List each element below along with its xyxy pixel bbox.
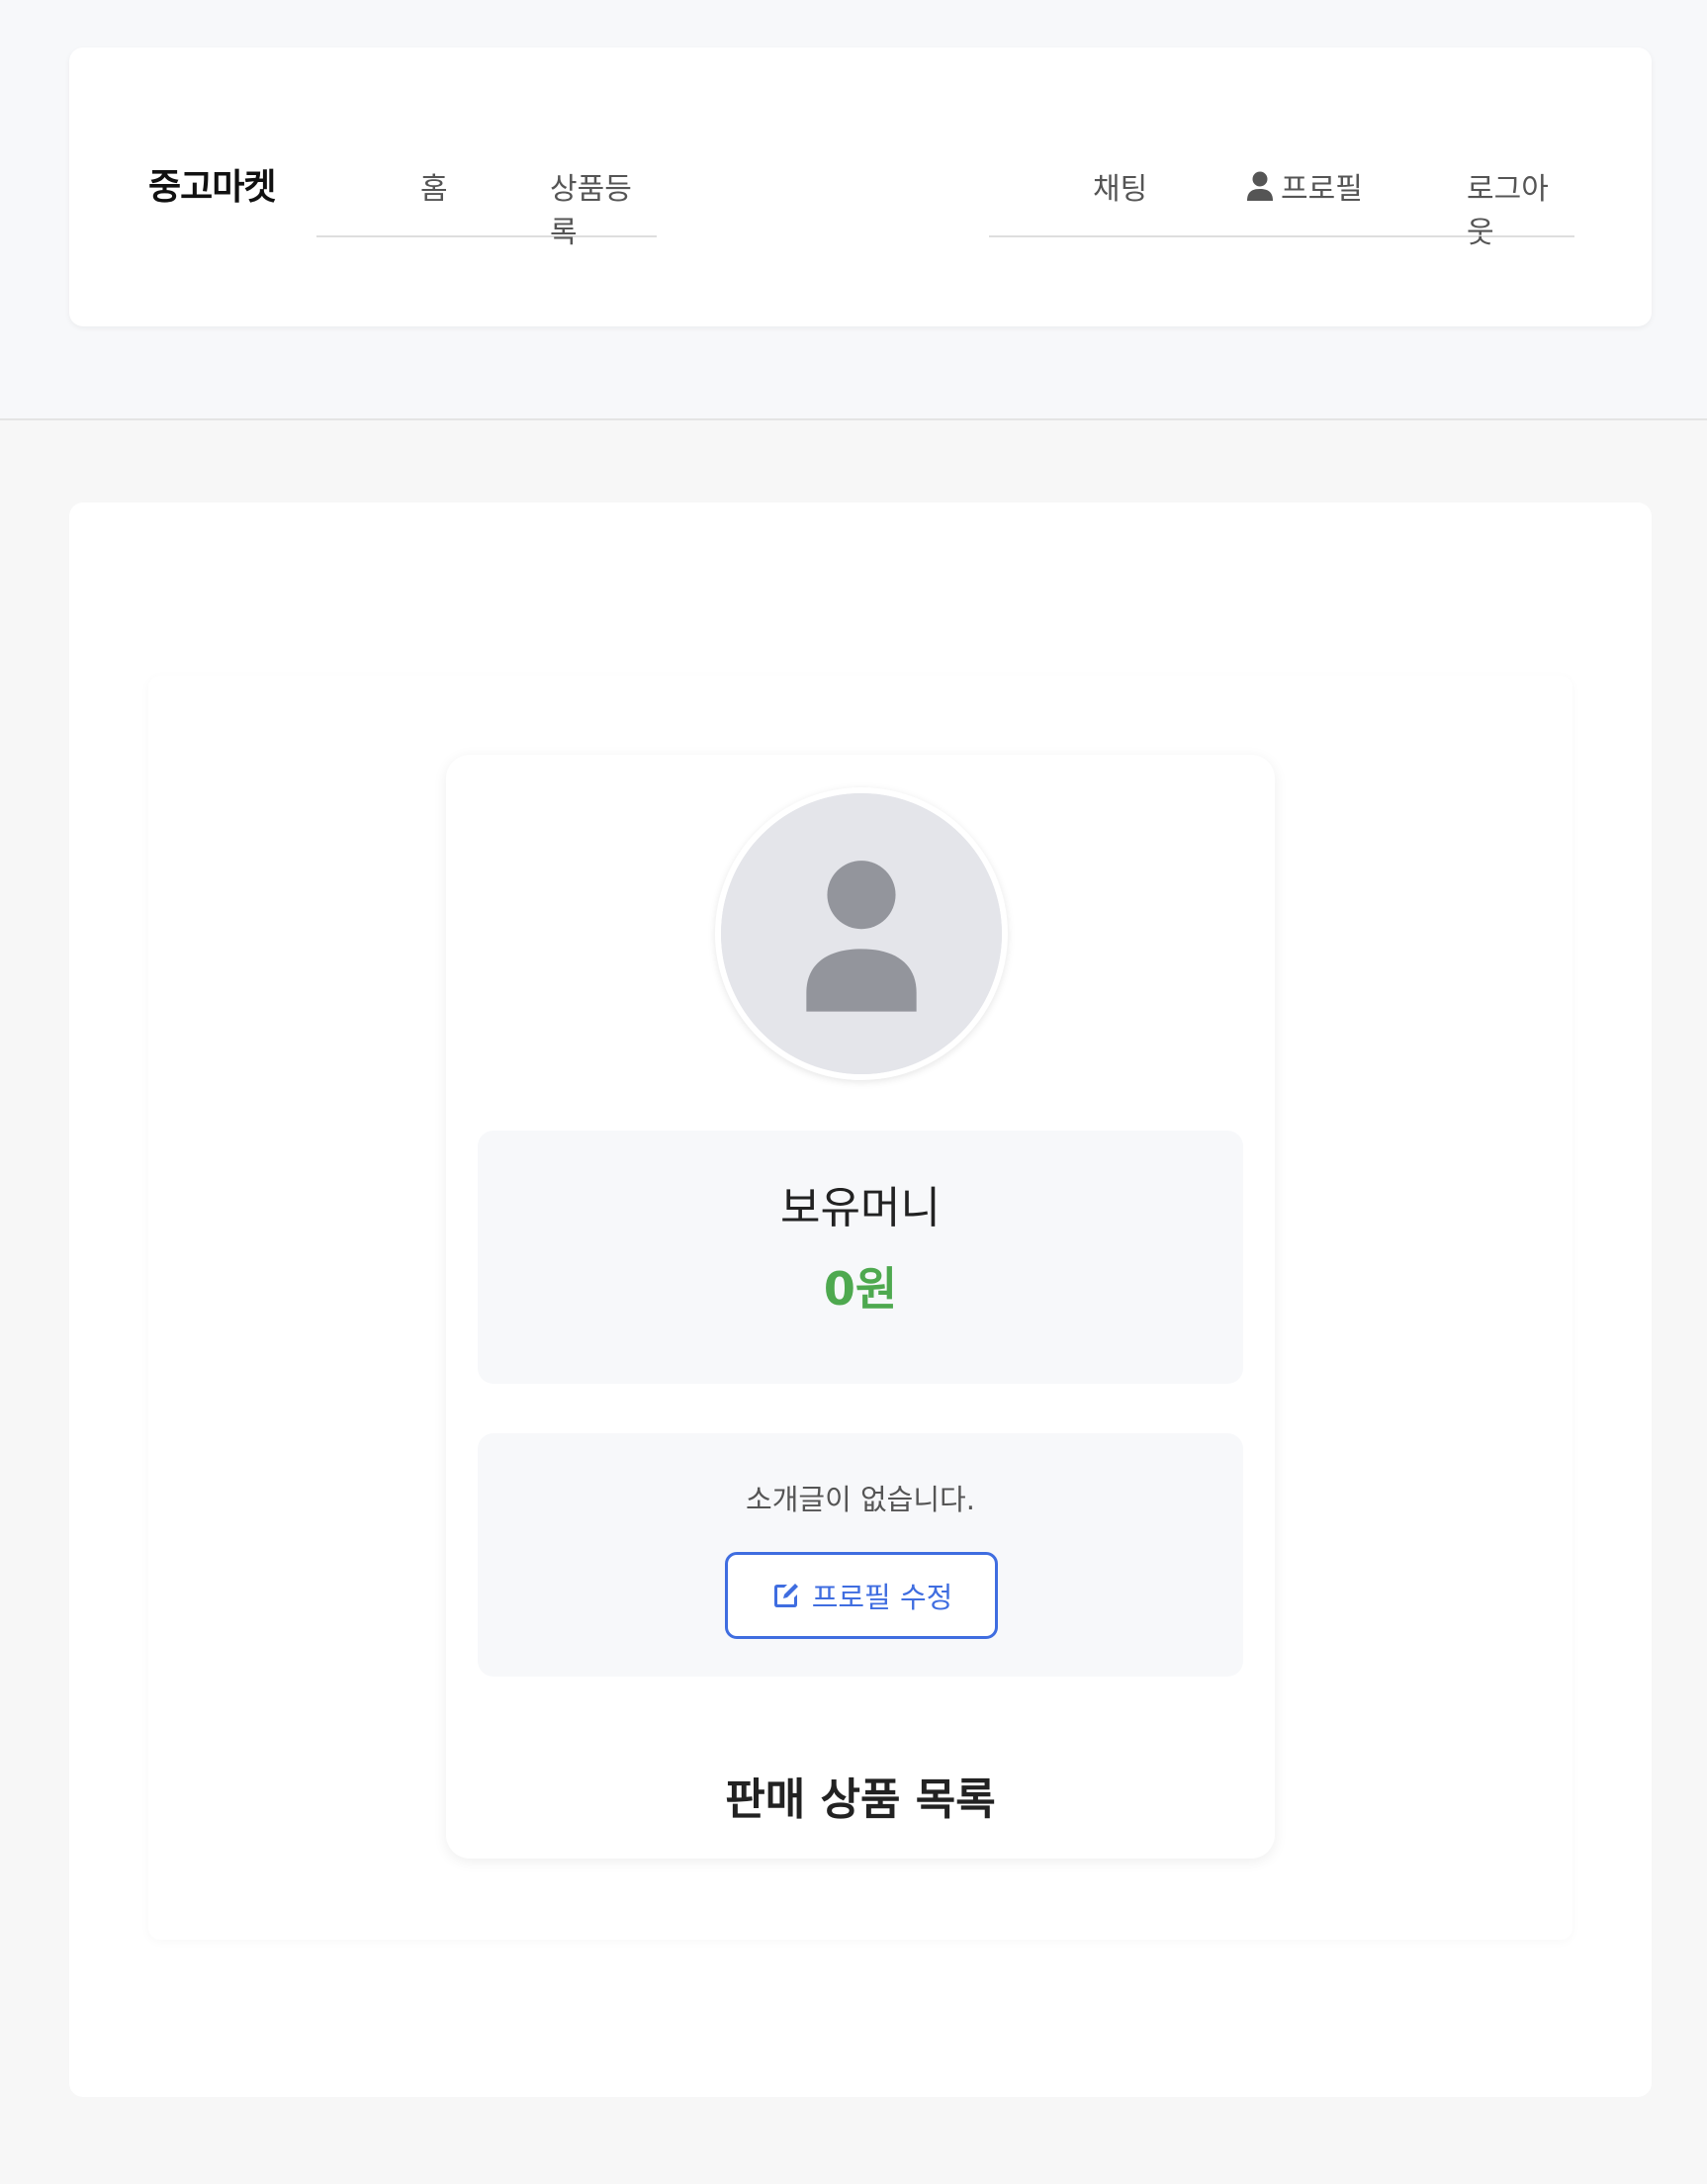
nav-link-home[interactable]: 홈: [420, 164, 448, 208]
nav-link-profile[interactable]: 프로필: [1245, 164, 1363, 208]
intro-box: 소개글이 없습니다. 프로필 수정: [478, 1433, 1243, 1677]
nav-link-chat[interactable]: 채팅: [1093, 164, 1147, 208]
nav-link-profile-label: 프로필: [1281, 172, 1363, 207]
default-user-avatar-icon: [721, 793, 1002, 1074]
profile-card: 보유머니 0원 소개글이 없습니다. 프로필 수정 판매 상품 목록: [446, 755, 1275, 1859]
nav-link-chat-label: 채팅: [1093, 172, 1148, 207]
money-box: 보유머니 0원: [478, 1131, 1243, 1384]
user-icon: [1247, 171, 1273, 201]
nav-link-logout[interactable]: 로그아웃: [1467, 164, 1574, 251]
edit-profile-button-label: 프로필 수정: [811, 1581, 953, 1614]
nav-link-product-register-label: 상품등록: [550, 172, 632, 250]
avatar: [715, 787, 1008, 1080]
products-section-title: 판매 상품 목록: [725, 1774, 996, 1825]
brand-logo[interactable]: 중고마켓: [148, 158, 276, 210]
money-label: 보유머니: [780, 1183, 941, 1233]
main-content: 보유머니 0원 소개글이 없습니다. 프로필 수정 판매 상품 목록: [69, 502, 1652, 2097]
nav-link-product-register[interactable]: 상품등록: [550, 164, 657, 251]
navbar: 중고마켓 홈 상품등록 채팅 프로필 로그아웃: [69, 47, 1652, 326]
nav-left-group: 홈 상품등록: [316, 129, 657, 250]
nav-link-home-label: 홈: [420, 172, 448, 207]
nav-right-group: 채팅 프로필 로그아웃: [989, 129, 1574, 250]
intro-text: 소개글이 없습니다.: [746, 1483, 975, 1516]
header-band: 중고마켓 홈 상품등록 채팅 프로필 로그아웃: [0, 0, 1707, 420]
edit-profile-button[interactable]: 프로필 수정: [725, 1552, 998, 1639]
edit-icon: [773, 1584, 798, 1607]
nav-link-logout-label: 로그아웃: [1467, 172, 1549, 250]
money-value: 0원: [823, 1262, 898, 1316]
profile-panel: 보유머니 0원 소개글이 없습니다. 프로필 수정 판매 상품 목록: [148, 676, 1572, 1940]
